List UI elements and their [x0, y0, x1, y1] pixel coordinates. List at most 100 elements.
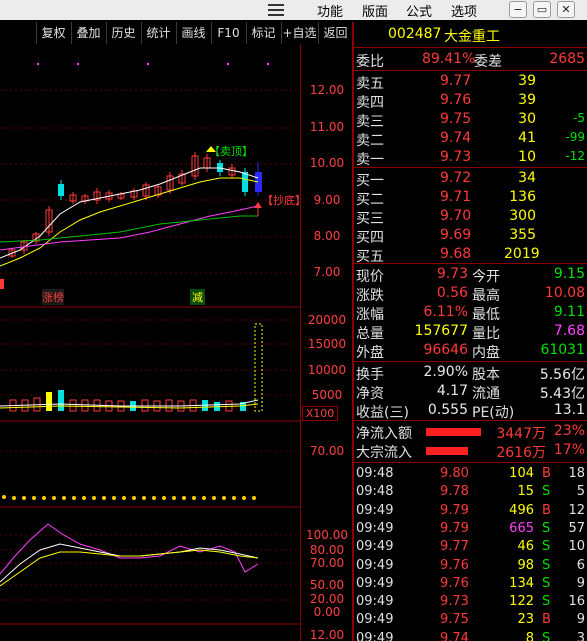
draw-line-button[interactable]: 画线 — [176, 22, 210, 44]
tick-volume: 665 — [509, 520, 534, 536]
history-button[interactable]: 历史 — [106, 22, 140, 44]
stat-value: 0.56 — [436, 285, 468, 301]
stat-label: 今开 — [472, 269, 500, 285]
overlay-button[interactable]: 叠加 — [71, 22, 105, 44]
fundamental-label: 收益(三) — [356, 405, 409, 421]
buy-level-row: 买二 9.71 136 — [354, 189, 587, 208]
menu-formula[interactable]: 公式 — [406, 1, 432, 20]
sell-level-volume: 41 — [518, 130, 536, 146]
buy-level-volume: 355 — [509, 227, 536, 243]
fundamental-label: 流通 — [472, 386, 500, 402]
fundamental-label: 换手 — [356, 367, 384, 383]
buy-level-volume: 136 — [509, 189, 536, 205]
stat-value: 9.11 — [553, 304, 585, 320]
sell-level-label: 卖二 — [356, 133, 384, 149]
indicator-axis-label: 12.00 — [309, 628, 345, 641]
tick-row: 09:49 9.77 46 S 10 — [354, 539, 587, 558]
money-flow-label: 大宗流入 — [356, 445, 412, 461]
sell-level-volume: 39 — [518, 92, 536, 108]
tick-volume: 23 — [517, 612, 534, 628]
price-axis-label: 10.00 — [309, 156, 345, 170]
mark-button[interactable]: 标记 — [246, 22, 280, 44]
close-button[interactable]: ✕ — [557, 1, 575, 18]
rise-list-tag[interactable]: 涨榜 — [42, 289, 64, 305]
sell-level-label: 卖三 — [356, 114, 384, 130]
money-flow-row: 净流入额 3447万 23% — [354, 423, 587, 442]
indicator-axis-label: 70.00 — [309, 556, 345, 570]
fundamental-label: PE(动) — [472, 405, 515, 421]
tick-side: B — [542, 502, 551, 518]
money-flow-row: 大宗流入 2616万 17% — [354, 442, 587, 461]
tick-price: 9.73 — [440, 594, 469, 610]
weibi-value: 89.41% — [422, 51, 476, 67]
stock-header: 002487 大金重工 — [354, 26, 587, 45]
stat-value: 9.73 — [436, 266, 468, 282]
weicha-label: 委差 — [474, 54, 502, 70]
indicator-axis-label: 50.00 — [309, 578, 345, 592]
tick-count: 5 — [576, 484, 585, 500]
back-button[interactable]: 返回 — [318, 22, 352, 44]
quote-panel: 002487 大金重工 委比 89.41% 委差 2685 卖五 9.77 39 卖四… — [354, 22, 587, 641]
price-axis-label: 12.00 — [309, 83, 345, 97]
add-watchlist-button[interactable]: +自选 — [281, 22, 317, 44]
stat-label: 外盘 — [356, 345, 384, 361]
tick-row: 09:49 9.76 98 S 6 — [354, 558, 587, 577]
sell-level-row: 卖二 9.74 41 -99 — [354, 130, 587, 149]
chart-toolbar: 复权 叠加 历史 统计 画线 F10 标记 +自选 返回 — [0, 22, 352, 44]
volume-axis-label: 15000 — [307, 337, 347, 351]
tick-time: 09:49 — [356, 575, 394, 591]
fundamental-row: 收益(三) 0.555 PE(动) 13.1 — [354, 402, 587, 421]
money-flow-percent: 17% — [553, 442, 585, 458]
quote-stat-row: 涨跌 0.56 最高 10.08 — [354, 285, 587, 304]
tick-price: 9.79 — [440, 502, 469, 518]
stat-value: 7.68 — [553, 323, 585, 339]
tick-count: 10 — [568, 539, 585, 555]
tick-side: B — [542, 466, 551, 481]
tick-side: S — [542, 484, 551, 500]
stat-value: 10.08 — [544, 285, 585, 301]
tick-row: 09:48 9.78 15 S 5 — [354, 484, 587, 503]
tick-time: 09:49 — [356, 594, 394, 610]
stat-label: 最低 — [472, 307, 500, 323]
tick-side: S — [542, 575, 551, 591]
stat-label: 内盘 — [472, 345, 500, 361]
tick-volume: 122 — [509, 594, 534, 610]
stat-label: 总量 — [356, 326, 384, 342]
tick-count: 3 — [576, 630, 585, 641]
fuquan-button[interactable]: 复权 — [36, 22, 70, 44]
restore-button[interactable]: ▭ — [533, 1, 551, 18]
weibi-row: 委比 89.41% 委差 2685 — [354, 51, 587, 70]
volume-axis-label: 20000 — [307, 313, 347, 327]
volume-axis-label: 5000 — [311, 388, 343, 402]
menu-options[interactable]: 选项 — [451, 1, 477, 20]
tick-count: 9 — [576, 575, 585, 591]
f10-button[interactable]: F10 — [211, 22, 245, 44]
fundamental-row: 换手 2.90% 股本 5.56亿 — [354, 364, 587, 383]
tick-count: 9 — [576, 612, 585, 628]
tick-time: 09:49 — [356, 630, 394, 641]
left-marker — [0, 279, 4, 289]
buy-level-volume: 300 — [509, 208, 536, 224]
statistics-button[interactable]: 统计 — [141, 22, 175, 44]
fundamental-row: 净资 4.17 流通 5.43亿 — [354, 383, 587, 402]
tick-time: 09:49 — [356, 539, 394, 555]
price-axis-label: 8.00 — [313, 229, 341, 243]
menu-function[interactable]: 功能 — [317, 1, 343, 20]
minimize-button[interactable]: − — [509, 1, 527, 18]
tick-price: 9.76 — [440, 557, 469, 573]
reduce-tag[interactable]: 减 — [190, 289, 205, 305]
money-flow-value: 2616万 — [496, 445, 546, 461]
tick-row: 09:48 9.80 104 B 18 — [354, 466, 587, 485]
tick-price: 9.78 — [440, 484, 469, 500]
tick-volume: 104 — [509, 466, 534, 481]
stat-value: 157677 — [414, 323, 468, 339]
money-flow-bar — [426, 447, 468, 455]
quote-stat-row: 外盘 96646 内盘 61031 — [354, 342, 587, 361]
tick-row: 09:49 9.75 23 B 9 — [354, 612, 587, 631]
menu-icon[interactable] — [268, 3, 286, 17]
menu-layout[interactable]: 版面 — [362, 1, 388, 20]
tick-time: 09:49 — [356, 520, 394, 536]
tick-row: 09:49 9.73 122 S 16 — [354, 594, 587, 613]
sell-signal-label: 【卖顶】 — [209, 145, 253, 158]
tick-price: 9.79 — [440, 520, 469, 536]
